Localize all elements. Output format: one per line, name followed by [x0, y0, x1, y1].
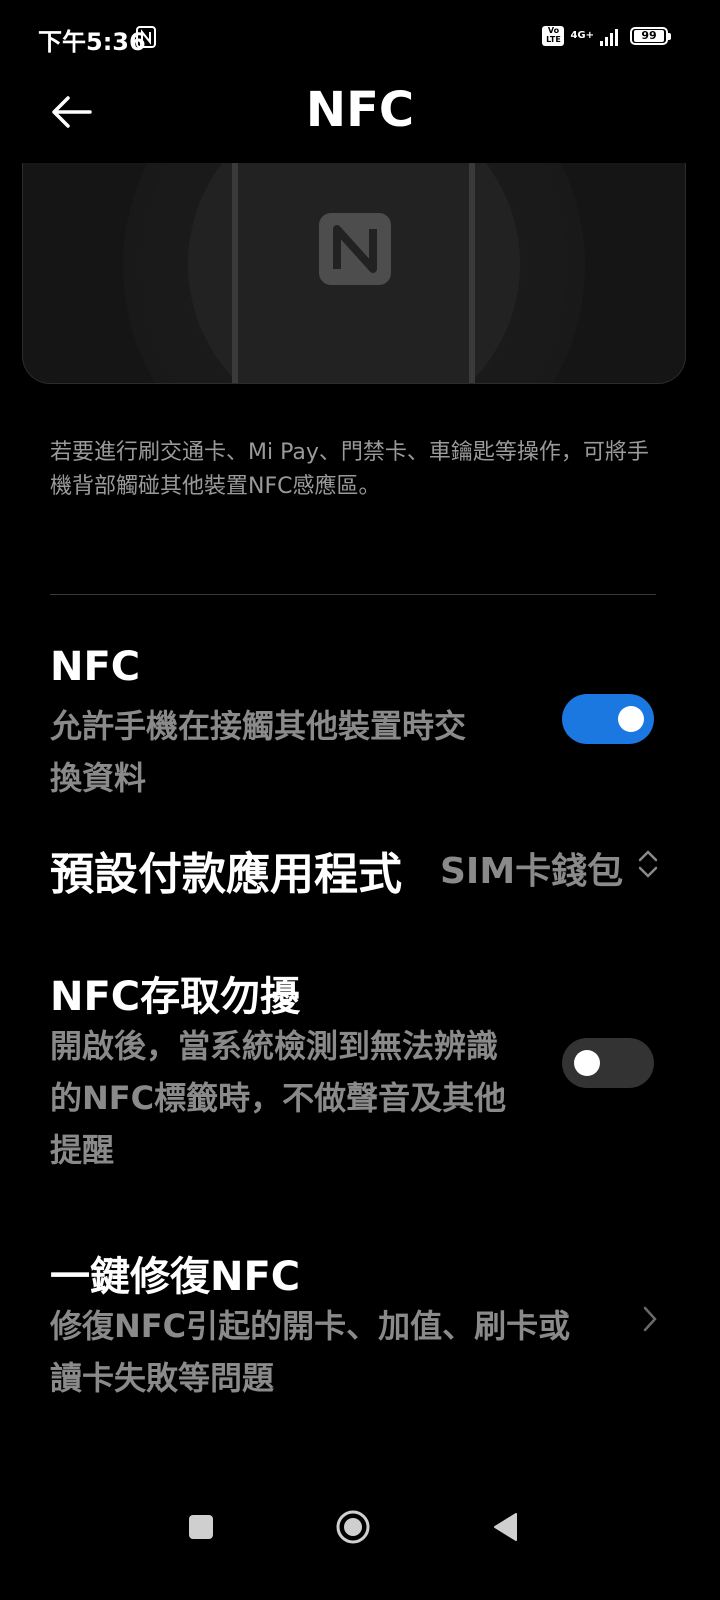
- divider: [50, 594, 656, 595]
- illustration-bar-left: [232, 163, 238, 383]
- default-payment-row[interactable]: 預設付款應用程式 SIM卡錢包: [50, 830, 670, 900]
- network-type: 4G+: [570, 30, 594, 41]
- battery-level: 99: [634, 30, 664, 42]
- nfc-setting-subtitle-1: 允許手機在接觸其他裝置時交: [50, 707, 467, 745]
- chevron-right-icon: [643, 1306, 657, 1332]
- signal-icon: [600, 26, 618, 46]
- nav-back-button[interactable]: [492, 1512, 518, 1542]
- status-indicators: Vo LTE 4G+ 99: [542, 26, 671, 46]
- illustration-bar-right: [469, 163, 475, 383]
- toggle-knob: [618, 706, 644, 732]
- nfc-illustration: [22, 163, 686, 384]
- repair-nfc-subtitle-2: 讀卡失敗等問題: [50, 1359, 275, 1397]
- nfc-toggle[interactable]: [562, 694, 654, 744]
- home-button[interactable]: [336, 1510, 370, 1544]
- dnd-toggle[interactable]: [562, 1038, 654, 1088]
- toggle-knob: [574, 1050, 600, 1076]
- nfc-do-not-disturb-row[interactable]: NFC存取勿擾 開啟後，當系統檢測到無法辨識 的NFC標籤時，不做聲音及其他 提…: [50, 960, 670, 1180]
- battery-icon: 99: [630, 27, 671, 45]
- nfc-setting-title: NFC: [50, 644, 141, 690]
- dnd-setting-subtitle-1: 開啟後，當系統檢測到無法辨識: [50, 1027, 499, 1065]
- repair-nfc-subtitle-1: 修復NFC引起的開卡、加值、刷卡或: [50, 1307, 571, 1345]
- repair-nfc-row[interactable]: 一鍵修復NFC 修復NFC引起的開卡、加值、刷卡或 讀卡失敗等問題: [50, 1240, 670, 1410]
- nfc-description: 若要進行刷交通卡、Mi Pay、門禁卡、車鑰匙等操作，可將手機背部觸碰其他裝置N…: [50, 440, 649, 499]
- page-title: NFC: [305, 82, 415, 138]
- nfc-logo-icon: [319, 213, 391, 285]
- nfc-setting-subtitle-2: 換資料: [50, 759, 147, 797]
- recents-button[interactable]: [189, 1515, 213, 1539]
- dnd-setting-subtitle-2: 的NFC標籤時，不做聲音及其他: [50, 1079, 507, 1117]
- dnd-setting-subtitle-3: 提醒: [50, 1131, 115, 1169]
- repair-nfc-title: 一鍵修復NFC: [50, 1254, 301, 1300]
- nfc-status-icon: [136, 26, 156, 48]
- status-time: 下午5:36: [38, 28, 146, 56]
- volte-icon: Vo LTE: [542, 26, 565, 46]
- default-payment-value: SIM卡錢包: [440, 851, 624, 892]
- dnd-setting-title: NFC存取勿擾: [50, 974, 301, 1020]
- nfc-setting-row[interactable]: NFC 允許手機在接觸其他裝置時交 換資料: [50, 640, 670, 810]
- default-payment-title: 預設付款應用程式: [50, 849, 402, 900]
- selector-chevron-icon: [638, 850, 658, 878]
